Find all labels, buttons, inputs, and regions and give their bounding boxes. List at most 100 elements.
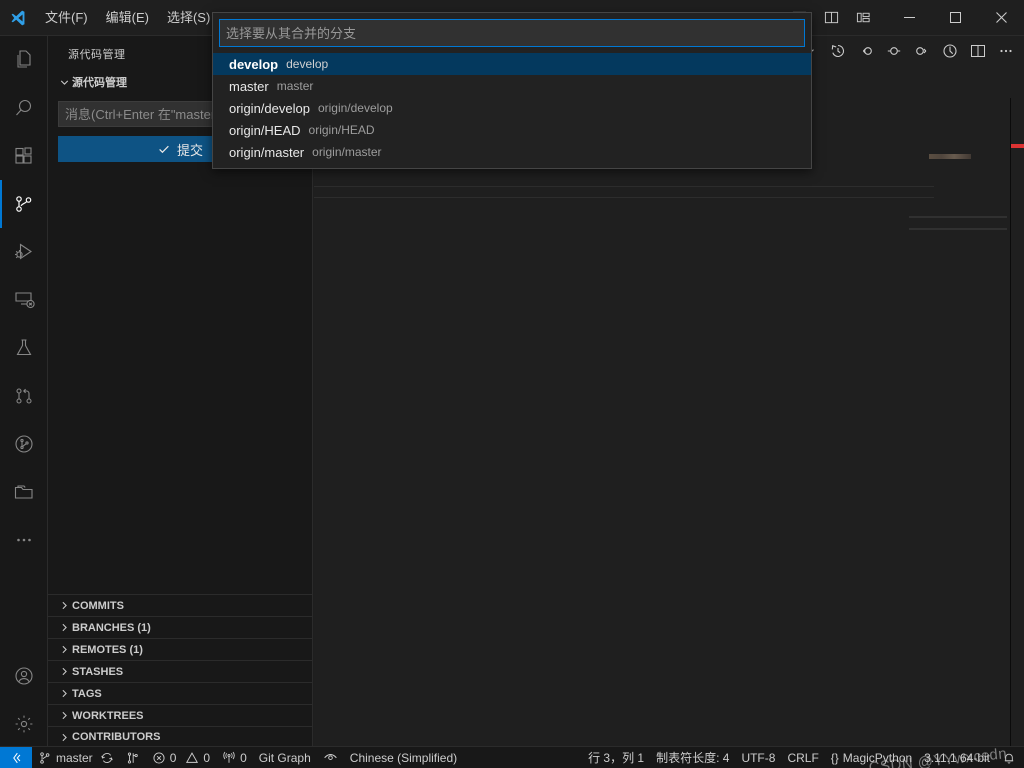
status-eol[interactable]: CRLF xyxy=(781,747,824,768)
check-icon xyxy=(157,142,171,156)
quick-pick-input-container xyxy=(213,13,811,53)
editor-actions-toolbar xyxy=(796,36,1024,66)
customize-layout-icon[interactable] xyxy=(854,9,872,27)
eye-icon xyxy=(323,750,338,765)
secondary-sidebar-icon[interactable] xyxy=(822,9,840,27)
status-branch-label: master xyxy=(56,750,93,765)
menu-file[interactable]: 文件(F) xyxy=(36,5,97,31)
menu-selection[interactable]: 选择(S) xyxy=(158,5,219,31)
history-icon[interactable] xyxy=(824,37,852,65)
git-graph-icon xyxy=(126,751,140,765)
scm-group-contributors[interactable]: CONTRIBUTORS xyxy=(48,726,312,748)
quick-pick-widget: develop develop master master origin/dev… xyxy=(212,12,812,169)
sidebar-item-project-manager[interactable] xyxy=(0,468,48,516)
status-error-count: 0 xyxy=(169,750,177,765)
status-language-mode[interactable]: {} MagicPython xyxy=(825,747,918,768)
bell-icon xyxy=(1002,751,1016,765)
sidebar-item-explorer[interactable] xyxy=(0,36,48,84)
editor-separator-1 xyxy=(314,186,934,187)
quick-pick-item-label: develop xyxy=(229,56,279,72)
extensions-icon xyxy=(12,144,36,168)
manage-settings-button[interactable] xyxy=(0,700,48,748)
clock-circle-icon[interactable] xyxy=(936,37,964,65)
scm-group-label: CONTRIBUTORS xyxy=(72,731,161,743)
menu-edit[interactable]: 编辑(E) xyxy=(97,5,158,31)
sidebar-item-git-graph[interactable] xyxy=(0,420,48,468)
scm-section-list: COMMITS BRANCHES (1) REMOTES (1) STASHES… xyxy=(48,594,312,748)
close-button[interactable] xyxy=(978,0,1024,36)
chevron-right-icon xyxy=(56,664,72,680)
status-language-pack[interactable]: Chinese (Simplified) xyxy=(344,747,463,768)
remote-window-icon xyxy=(9,751,23,765)
source-control-icon xyxy=(12,192,36,216)
chevron-down-icon xyxy=(56,74,72,90)
accounts-button[interactable] xyxy=(0,652,48,700)
scm-group-branches[interactable]: BRANCHES (1) xyxy=(48,616,312,638)
scm-group-commits[interactable]: COMMITS xyxy=(48,594,312,616)
quick-pick-item-develop[interactable]: develop develop xyxy=(213,53,811,75)
overview-ruler[interactable] xyxy=(1010,98,1024,748)
status-problems[interactable]: 0 0 xyxy=(146,747,216,768)
scm-group-label: COMMITS xyxy=(72,599,124,612)
scm-group-label: TAGS xyxy=(72,687,102,700)
step-forward-icon[interactable] xyxy=(908,37,936,65)
minimize-button[interactable] xyxy=(886,0,932,36)
status-ports[interactable]: 0 xyxy=(216,747,253,768)
quick-pick-item-label: origin/master xyxy=(229,144,305,160)
sidebar-item-pull-requests[interactable] xyxy=(0,372,48,420)
sync-icon xyxy=(100,751,114,765)
quick-pick-item-label: master xyxy=(229,78,269,94)
status-warning-count: 0 xyxy=(203,750,211,765)
sidebar-item-extensions[interactable] xyxy=(0,132,48,180)
sidebar-item-testing[interactable] xyxy=(0,324,48,372)
status-bar-right: 行 3，列 1 制表符长度: 4 UTF-8 CRLF {} MagicPyth… xyxy=(582,747,1024,768)
quick-pick-item-description: origin/develop xyxy=(317,101,393,115)
quick-pick-item-description: develop xyxy=(286,57,329,71)
beaker-icon xyxy=(12,336,36,360)
vscode-window: 文件(F) 编辑(E) 选择(S) 源代码管理 源代码管理 消息(Ctrl+En… xyxy=(0,0,1024,768)
warning-icon xyxy=(185,751,199,765)
quick-pick-item-master[interactable]: master master xyxy=(213,75,811,97)
status-ports-count: 0 xyxy=(240,750,247,765)
quick-pick-item-origin-develop[interactable]: origin/develop origin/develop xyxy=(213,97,811,119)
files-icon xyxy=(12,48,36,72)
folder-library-icon xyxy=(12,480,36,504)
status-cursor-position[interactable]: 行 3，列 1 xyxy=(582,747,650,768)
status-python-interpreter[interactable]: 3.11.1 64-bit xyxy=(918,747,996,768)
ellipsis-icon xyxy=(12,528,36,552)
status-notifications[interactable] xyxy=(996,747,1022,768)
quick-pick-item-label: origin/HEAD xyxy=(229,122,301,138)
status-branch[interactable]: master xyxy=(32,747,120,768)
status-git-graph-button[interactable]: Git Graph xyxy=(253,747,317,768)
sidebar-item-more-views[interactable] xyxy=(0,516,48,564)
sidebar-item-source-control[interactable] xyxy=(0,180,48,228)
more-actions-icon[interactable] xyxy=(992,37,1020,65)
chevron-right-icon xyxy=(56,642,72,658)
chevron-right-icon xyxy=(56,620,72,636)
overview-ruler-marker xyxy=(1011,144,1024,148)
status-encoding[interactable]: UTF-8 xyxy=(735,747,781,768)
status-indentation[interactable]: 制表符长度: 4 xyxy=(650,747,735,768)
status-git-graph-icon-button[interactable] xyxy=(120,747,146,768)
quick-pick-item-description: origin/master xyxy=(312,145,382,159)
sidebar-item-search[interactable] xyxy=(0,84,48,132)
status-watch[interactable] xyxy=(317,747,344,768)
circle-icon[interactable] xyxy=(880,37,908,65)
sidebar-item-run-and-debug[interactable] xyxy=(0,228,48,276)
maximize-button[interactable] xyxy=(932,0,978,36)
chevron-right-icon xyxy=(56,729,72,745)
quick-pick-item-label: origin/develop xyxy=(229,100,310,116)
quick-pick-input[interactable] xyxy=(219,19,805,47)
quick-pick-item-origin-head[interactable]: origin/HEAD origin/HEAD xyxy=(213,119,811,141)
scm-group-worktrees[interactable]: WORKTREES xyxy=(48,704,312,726)
split-editor-icon[interactable] xyxy=(964,37,992,65)
scm-group-tags[interactable]: TAGS xyxy=(48,682,312,704)
scm-group-stashes[interactable]: STASHES xyxy=(48,660,312,682)
activity-bar xyxy=(0,36,48,748)
remote-indicator-button[interactable] xyxy=(0,746,32,768)
scm-group-label: WORKTREES xyxy=(72,709,144,722)
scm-group-remotes[interactable]: REMOTES (1) xyxy=(48,638,312,660)
quick-pick-item-origin-master[interactable]: origin/master origin/master xyxy=(213,141,811,163)
sidebar-item-remote-explorer[interactable] xyxy=(0,276,48,324)
step-back-icon[interactable] xyxy=(852,37,880,65)
